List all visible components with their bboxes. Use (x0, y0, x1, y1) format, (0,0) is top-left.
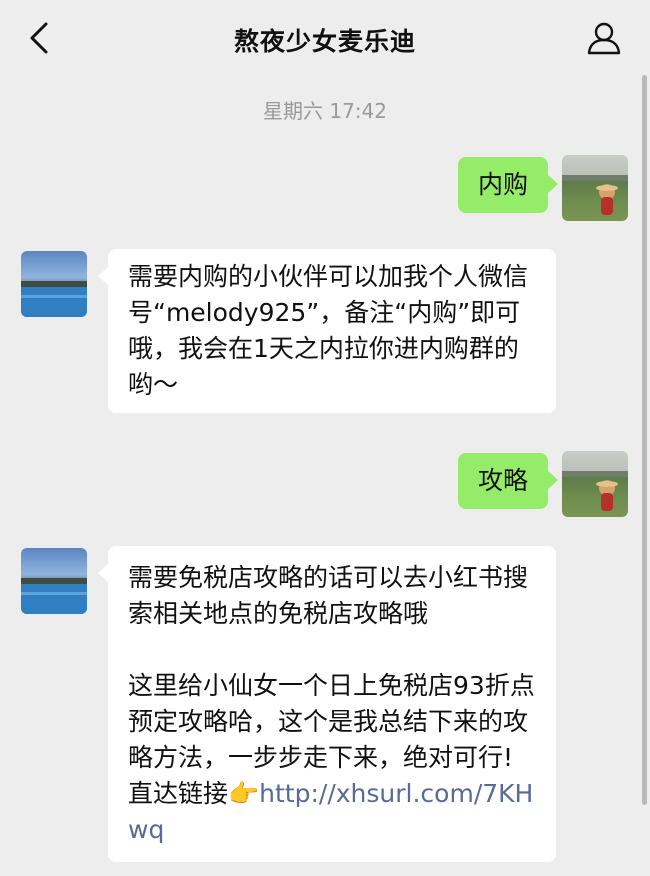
message-text: 攻略 (477, 466, 528, 495)
message-text: 需要内购的小伙伴可以加我个人微信号“melody925”，备注“内购”即可哦，我… (128, 262, 529, 399)
message-timestamp: 星期六 17:42 (263, 99, 387, 123)
message-bubble-self[interactable]: 内购 (457, 157, 559, 213)
contact-avatar[interactable] (21, 251, 87, 317)
avatar-photo-field (562, 175, 628, 215)
contact-avatar[interactable] (21, 548, 87, 614)
self-avatar[interactable] (562, 155, 628, 221)
message-bubble-contact[interactable]: 需要免税店攻略的话可以去小红书搜索相关地点的免税店攻略哦 这里给小仙女一个日上免… (98, 546, 556, 862)
scrollbar[interactable] (642, 75, 647, 805)
profile-button[interactable] (584, 18, 624, 58)
avatar-photo-pool (21, 281, 87, 317)
message-bubble-self[interactable]: 攻略 (457, 453, 559, 509)
self-avatar[interactable] (562, 451, 628, 517)
message-paragraph: 需要免税店攻略的话可以去小红书搜索相关地点的免税店攻略哦 (128, 563, 529, 628)
person-icon (587, 22, 621, 55)
message-bubble-contact[interactable]: 需要内购的小伙伴可以加我个人微信号“melody925”，备注“内购”即可哦，我… (98, 249, 556, 413)
avatar-photo-field (562, 471, 628, 511)
message-paragraph: 这里给小仙女一个日上免税店93折点预定攻略哈，这个是我总结下来的攻略方法，一步步… (128, 668, 536, 848)
avatar-photo-pool (21, 578, 87, 614)
chat-header: 熬夜少女麦乐迪 (0, 0, 650, 78)
message-text: 内购 (477, 170, 528, 199)
hand-pointing-icon: 👉 (228, 779, 260, 808)
chat-title: 熬夜少女麦乐迪 (233, 27, 416, 56)
